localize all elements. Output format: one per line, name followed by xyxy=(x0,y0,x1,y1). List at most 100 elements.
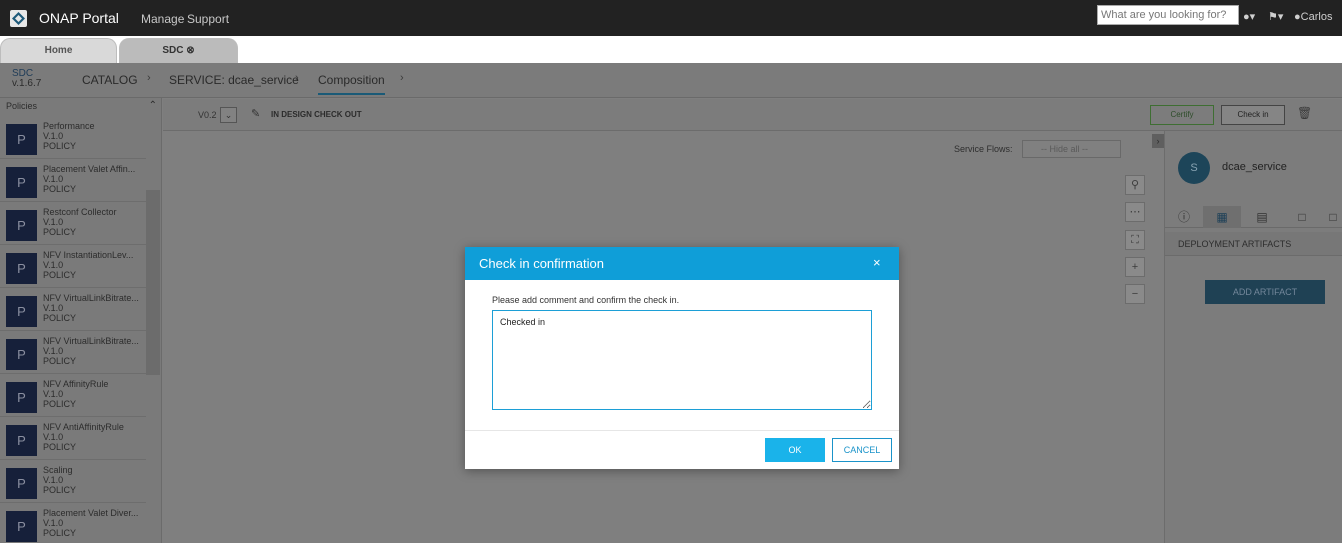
add-artifact-button[interactable]: ADD ARTIFACT xyxy=(1205,280,1325,304)
palette-item-version: V.1.0 xyxy=(43,260,64,270)
palette-section-policies[interactable]: Policies ⌃ xyxy=(0,98,162,116)
palette-section-label: Policies xyxy=(6,101,38,111)
service-avatar: S xyxy=(1178,152,1210,184)
portal-title[interactable]: ONAP Portal xyxy=(39,10,119,26)
onap-logo-icon[interactable] xyxy=(10,10,27,27)
palette-item[interactable]: P Placement Valet Diver... V.1.0 POLICY xyxy=(0,503,146,543)
service-flows-select[interactable]: -- Hide all -- xyxy=(1022,140,1121,158)
portal-search-input[interactable] xyxy=(1097,5,1239,25)
info-icon[interactable]: ⓘ xyxy=(1165,206,1203,228)
version-dropdown[interactable]: ⌄ xyxy=(220,107,237,123)
service-name: dcae_service xyxy=(1222,161,1287,173)
tab-close-icon[interactable]: ⊗ xyxy=(186,45,194,56)
palette-item-icon: P xyxy=(6,253,37,284)
details-panel: S dcae_service ⓘ ▦ ▤ □ □ DEPLOYMENT ARTI… xyxy=(1164,131,1342,543)
palette-item-name: NFV AntiAffinityRule xyxy=(43,422,124,432)
palette-item[interactable]: P NFV VirtualLinkBitrate... V.1.0 POLICY xyxy=(0,288,146,331)
palette-item-version: V.1.0 xyxy=(43,131,64,141)
modal-header: Check in confirmation × xyxy=(465,247,899,280)
ok-button[interactable]: OK xyxy=(765,438,825,462)
palette-item-type: POLICY xyxy=(43,399,77,409)
palette-item-name: Placement Valet Affin... xyxy=(43,164,136,174)
palette-item-version: V.1.0 xyxy=(43,432,64,442)
inputs-icon[interactable]: □ xyxy=(1283,206,1321,228)
trash-icon[interactable]: 🗑 xyxy=(1297,106,1312,120)
palette-item[interactable]: P NFV VirtualLinkBitrate... V.1.0 POLICY xyxy=(0,331,146,374)
close-icon[interactable]: × xyxy=(873,255,881,270)
sdc-version: v.1.6.7 xyxy=(12,78,42,89)
palette-item-name: NFV InstantiationLev... xyxy=(43,250,134,260)
breadcrumb-composition[interactable]: Composition xyxy=(318,73,385,95)
palette-item-type: POLICY xyxy=(43,485,77,495)
palette-item[interactable]: P NFV InstantiationLev... V.1.0 POLICY xyxy=(0,245,146,288)
cancel-button[interactable]: CANCEL xyxy=(832,438,892,462)
palette-item-name: NFV VirtualLinkBitrate... xyxy=(43,293,139,303)
deployment-artifacts-header: DEPLOYMENT ARTIFACTS xyxy=(1165,232,1342,256)
fit-to-screen-icon[interactable]: ⛶ xyxy=(1125,230,1145,250)
certify-button[interactable]: Certify xyxy=(1150,105,1214,125)
zoom-in-icon[interactable]: + xyxy=(1125,257,1145,277)
palette-item-icon: P xyxy=(6,296,37,327)
tab-sdc[interactable]: SDC ⊗ xyxy=(119,38,238,63)
flag-icon[interactable]: ⚑▾ xyxy=(1268,10,1283,23)
nav-support-link[interactable]: Support xyxy=(187,12,229,26)
palette-item-version: V.1.0 xyxy=(43,174,64,184)
breadcrumb: SDC v.1.6.7 CATALOG › SERVICE: dcae_servi… xyxy=(0,63,1342,98)
palette-item-type: POLICY xyxy=(43,227,77,237)
search-icon[interactable]: ⚲ xyxy=(1125,175,1145,195)
artifacts-icon[interactable]: ▦ xyxy=(1203,206,1241,228)
palette-item-name: Scaling xyxy=(43,465,73,475)
lifecycle-status: IN DESIGN CHECK OUT xyxy=(271,110,362,119)
palette-item-name: Placement Valet Diver... xyxy=(43,508,139,518)
sdc-version-label: SDC v.1.6.7 xyxy=(12,69,41,89)
chevron-up-icon[interactable]: ⌃ xyxy=(149,98,157,114)
palette-item-version: V.1.0 xyxy=(43,217,64,227)
breadcrumb-chevron-icon: › xyxy=(295,72,299,84)
edit-status-icon: ✎ xyxy=(251,108,261,120)
breadcrumb-service[interactable]: SERVICE: dcae_service xyxy=(169,73,299,87)
modal-title: Check in confirmation xyxy=(479,256,604,271)
palette-item-icon: P xyxy=(6,210,37,241)
service-flows-value: -- Hide all -- xyxy=(1041,144,1089,154)
palette-item-name: NFV VirtualLinkBitrate... xyxy=(43,336,139,346)
palette-item-name: Performance xyxy=(43,121,95,131)
tab-home[interactable]: Home xyxy=(0,38,117,63)
page: ONAP Portal Manage Support ●▾ ⚑▾ ●Carlos… xyxy=(0,0,1342,543)
more-icon[interactable]: ⋯ xyxy=(1125,202,1145,222)
tab-home-label: Home xyxy=(44,45,73,56)
palette-item[interactable]: P Scaling V.1.0 POLICY xyxy=(0,460,146,503)
palette-item-name: NFV AffinityRule xyxy=(43,379,109,389)
composition-toolbar: V0.2 ⌄ ✎ IN DESIGN CHECK OUT Certify Che… xyxy=(163,99,1342,131)
check-in-button[interactable]: Check in xyxy=(1221,105,1285,125)
palette-item-name: Restconf Collector xyxy=(43,207,117,217)
palette-item[interactable]: P Placement Valet Affin... V.1.0 POLICY xyxy=(0,159,146,202)
breadcrumb-chevron-icon: › xyxy=(147,72,151,84)
palette-item[interactable]: P NFV AntiAffinityRule V.1.0 POLICY xyxy=(0,417,146,460)
modal-message: Please add comment and confirm the check… xyxy=(492,295,680,305)
user-menu[interactable]: ●Carlos xyxy=(1294,11,1332,23)
nav-manage-link[interactable]: Manage xyxy=(141,12,184,26)
palette-item-type: POLICY xyxy=(43,313,77,323)
collapse-panel-icon[interactable]: › xyxy=(1152,134,1164,148)
properties-icon[interactable]: ▤ xyxy=(1243,206,1281,228)
palette-item-icon: P xyxy=(6,167,37,198)
breadcrumb-catalog[interactable]: CATALOG xyxy=(82,73,138,87)
palette-item[interactable]: P NFV AffinityRule V.1.0 POLICY xyxy=(0,374,146,417)
modal-footer: OK CANCEL xyxy=(465,430,899,469)
palette-item-type: POLICY xyxy=(43,442,77,452)
user-name: Carlos xyxy=(1300,11,1333,23)
more-tabs-icon[interactable]: □ xyxy=(1323,206,1342,228)
palette-item-version: V.1.0 xyxy=(43,475,64,485)
palette-item-icon: P xyxy=(6,468,37,499)
palette-item-version: V.1.0 xyxy=(43,389,64,399)
palette-item-icon: P xyxy=(6,339,37,370)
comment-textarea[interactable]: Checked in xyxy=(492,310,872,410)
palette-item-version: V.1.0 xyxy=(43,346,64,356)
palette-item[interactable]: P Restconf Collector V.1.0 POLICY xyxy=(0,202,146,245)
palette-item[interactable]: P Performance V.1.0 POLICY xyxy=(0,116,146,159)
palette-item-type: POLICY xyxy=(43,356,77,366)
palette-scrollbar[interactable] xyxy=(146,190,160,375)
lightbulb-icon[interactable]: ●▾ xyxy=(1243,10,1255,23)
zoom-out-icon[interactable]: − xyxy=(1125,284,1145,304)
palette-item-type: POLICY xyxy=(43,270,77,280)
